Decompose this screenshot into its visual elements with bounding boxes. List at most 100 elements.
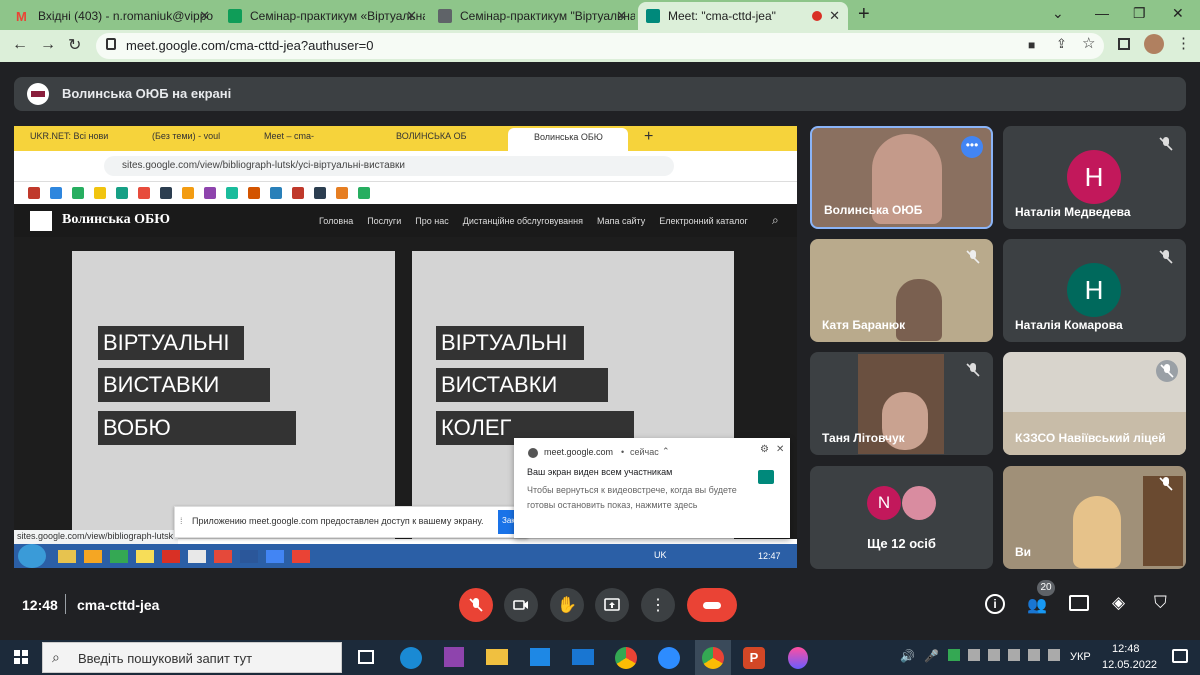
new-tab-button[interactable]: + xyxy=(858,3,870,26)
meeting-time: 12:48 xyxy=(22,597,58,613)
tab-title: Семінар-практикум «Віртуальна xyxy=(250,9,425,23)
url-text: meet.google.com/cma-cttd-jea?authuser=0 xyxy=(126,38,374,53)
mic-off-icon xyxy=(965,362,981,378)
side-panel-icon[interactable] xyxy=(1118,38,1130,50)
tab-search-icon[interactable]: ⌄ xyxy=(1052,5,1064,22)
windows-start-icon xyxy=(18,544,46,568)
taskbar-search-placeholder: Введіть пошуковий запит тут xyxy=(78,651,253,666)
taskbar-date[interactable]: 12.05.2022 xyxy=(1102,659,1157,671)
inner-tab: Meet – cma- xyxy=(264,131,315,141)
more-options-icon[interactable]: ••• xyxy=(961,136,983,158)
info-icon[interactable]: i xyxy=(985,594,1005,614)
participant-tile[interactable]: Катя Баранюк xyxy=(810,239,993,342)
host-controls-icon[interactable]: ⛉ xyxy=(1154,593,1167,613)
participant-tile[interactable]: ••• Волинська ОЮБ xyxy=(810,126,993,229)
participant-tile[interactable]: Таня Літовчук xyxy=(810,352,993,455)
close-window-button[interactable]: ✕ xyxy=(1172,5,1184,22)
hand-icon: ✋ xyxy=(557,597,577,614)
profile-avatar[interactable] xyxy=(1144,34,1164,54)
powerpoint-icon[interactable]: P xyxy=(743,647,765,669)
leave-call-button[interactable] xyxy=(687,588,737,622)
gear-icon[interactable]: ⚙ xyxy=(760,444,769,455)
mic-toggle-button[interactable] xyxy=(459,588,493,622)
participant-tile[interactable]: Н Наталія Комарова xyxy=(1003,239,1186,342)
volume-icon[interactable]: 🔊 xyxy=(900,649,915,663)
inner-lang: UK xyxy=(654,550,667,560)
participant-tile[interactable]: Н Наталія Медведева xyxy=(1003,126,1186,229)
site-nav-item: Електронний каталог xyxy=(659,216,748,226)
site-nav: Головна Послуги Про нас Дистанційне обсл… xyxy=(319,216,748,226)
maximize-button[interactable]: ❐ xyxy=(1133,5,1146,22)
close-icon[interactable]: ✕ xyxy=(829,8,840,24)
mic-icon[interactable]: 🎤 xyxy=(924,649,939,663)
shared-screen: UKR.NET: Всі нови (Без теми) - voul Meet… xyxy=(14,126,797,568)
input-language[interactable]: УКР xyxy=(1070,651,1091,663)
file-explorer-icon[interactable] xyxy=(486,649,508,665)
share-notice-text: Приложению meet.google.com предоставлен … xyxy=(192,516,484,526)
participant-name: Наталія Медведева xyxy=(1015,205,1131,219)
divider xyxy=(65,594,66,614)
mic-off-icon xyxy=(1158,476,1174,492)
drag-handle-icon: ⁞ xyxy=(180,516,183,526)
forward-icon[interactable]: → xyxy=(40,36,56,54)
participant-avatar: N xyxy=(867,486,901,520)
app-icon[interactable] xyxy=(788,647,808,669)
participant-name: КЗЗСО Навіївський ліцей xyxy=(1015,431,1166,445)
minimize-button[interactable]: — xyxy=(1095,5,1109,21)
participant-count-badge: 20 xyxy=(1037,580,1055,596)
tab-meet[interactable]: Meet: "cma-cttd-jea" ✕ xyxy=(638,2,848,30)
more-participants-tile[interactable]: N Ще 12 осіб xyxy=(810,466,993,569)
tab-seminar-doc[interactable]: Семінар-практикум "Віртуальна ✕ xyxy=(430,2,635,30)
notif-bullet: • xyxy=(621,447,625,457)
activities-icon[interactable]: ◈ xyxy=(1112,593,1125,613)
store-icon[interactable] xyxy=(530,648,550,666)
bookmark-star-icon[interactable]: ☆ xyxy=(1082,34,1095,52)
card-line: ВОБЮ xyxy=(98,411,296,445)
call-end-icon xyxy=(703,601,721,609)
present-icon xyxy=(604,598,620,611)
present-button[interactable] xyxy=(595,588,629,622)
camera-toggle-button[interactable] xyxy=(504,588,538,622)
more-options-button[interactable]: ⋮ xyxy=(641,588,675,622)
close-icon[interactable]: ✕ xyxy=(776,444,784,455)
people-icon[interactable]: 👥 xyxy=(1027,595,1047,615)
participant-tile[interactable]: КЗЗСО Навіївський ліцей xyxy=(1003,352,1186,455)
zoom-icon[interactable] xyxy=(658,647,680,669)
lock-icon[interactable] xyxy=(106,38,116,50)
tab-gmail[interactable]: M Вхідні (403) - n.romaniuk@vippo ✕ xyxy=(8,2,218,30)
videocam-icon xyxy=(513,600,528,610)
gmail-icon: M xyxy=(16,9,27,24)
inner-tab: Волинська ОБЮ xyxy=(534,132,603,142)
tab-title: Вхідні (403) - n.romaniuk@vippo xyxy=(38,9,214,23)
menu-icon[interactable]: ⋮ xyxy=(1176,34,1191,52)
site-nav-item: Про нас xyxy=(415,216,449,226)
tab-seminar-sheet[interactable]: Семінар-практикум «Віртуальна ✕ xyxy=(220,2,425,30)
site-nav-item: Мапа сайту xyxy=(596,216,646,226)
back-icon[interactable]: ← xyxy=(12,36,28,54)
camera-icon[interactable]: ■ xyxy=(1028,38,1035,52)
card-line: ВІРТУАЛЬНІ xyxy=(98,326,244,360)
site-nav-item: Головна xyxy=(319,216,354,226)
app-icon[interactable] xyxy=(444,647,464,667)
share-icon[interactable]: ⇪ xyxy=(1056,36,1067,52)
task-view-icon[interactable] xyxy=(358,650,374,664)
close-icon[interactable]: ✕ xyxy=(199,8,210,24)
windows-logo-icon[interactable] xyxy=(14,650,28,664)
notif-body: Чтобы вернуться к видеовстрече, когда вы… xyxy=(527,485,737,510)
participant-tile-self[interactable]: Ви xyxy=(1003,466,1186,569)
card-line: ВИСТАВКИ xyxy=(98,368,270,402)
raise-hand-button[interactable]: ✋ xyxy=(550,588,584,622)
edge-icon[interactable] xyxy=(400,647,422,669)
notifications-icon[interactable] xyxy=(1172,649,1188,663)
chrome-icon[interactable] xyxy=(615,647,637,669)
inner-tab: ВОЛИНСЬКА ОБ xyxy=(396,131,467,141)
recording-icon xyxy=(812,11,822,21)
mail-icon[interactable] xyxy=(572,649,594,665)
close-icon[interactable]: ✕ xyxy=(406,8,417,24)
taskbar-time[interactable]: 12:48 xyxy=(1112,643,1140,655)
reload-icon[interactable]: ↻ xyxy=(68,35,81,55)
chat-icon[interactable] xyxy=(1069,595,1089,611)
meeting-code: cma-cttd-jea xyxy=(77,597,160,613)
chevron-up-icon[interactable]: ⌃ xyxy=(662,446,670,457)
close-icon[interactable]: ✕ xyxy=(616,8,627,24)
